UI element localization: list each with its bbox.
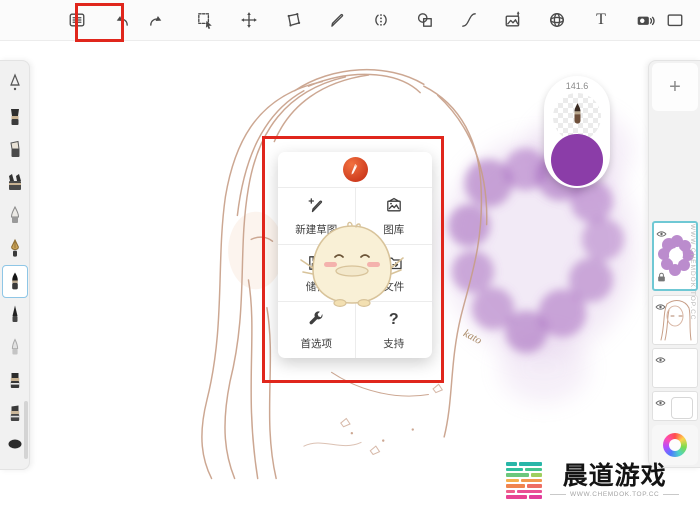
background-color-chip [671,397,693,419]
brush-item-dark-marker[interactable] [2,100,28,133]
redo-icon[interactable] [142,5,172,35]
brush-size-value: 141.6 [544,81,610,91]
color-wheel-icon[interactable] [663,433,687,457]
brush-item-flat-marker[interactable] [2,364,28,397]
layer-visibility-icon[interactable] [655,298,666,316]
layer-background[interactable] [652,391,698,421]
menu-item-gallery[interactable]: 图库 [356,188,433,244]
brush-item-airbrush[interactable] [2,67,28,100]
gallery-icon [384,196,404,216]
brushbar-scrollbar[interactable] [24,401,28,459]
menu-item-label: 文件 [383,279,404,294]
brush-library-sidebar [0,60,30,470]
watermark-title: 晨道游戏 [563,463,667,489]
menu-item-files[interactable]: 文件 [356,245,433,301]
menu-item-save[interactable]: 储存 [278,245,356,301]
files-icon [384,253,404,273]
menu-icon[interactable] [62,5,92,35]
menu-item-new-sketch[interactable]: 新建草图 [278,188,356,244]
brush-item-bullet-pen-selected[interactable] [2,265,28,298]
popup-header [278,152,432,188]
layer-empty[interactable] [652,348,698,388]
menu-item-label: 首选项 [301,336,333,351]
sketchbook-pencil-logo-icon [343,157,368,182]
brush-item-soft-pencil[interactable] [2,331,28,364]
preferences-wrench-icon [306,310,326,330]
layer-visibility-icon[interactable] [655,394,666,412]
new-sketch-icon [306,196,326,216]
brush-item-round-brush[interactable] [2,199,28,232]
brush-item-double-marker[interactable] [2,166,28,199]
rect-select-icon[interactable] [190,5,220,35]
menu-item-preferences[interactable]: 首选项 [278,302,356,358]
menu-item-label: 支持 [383,336,404,351]
brush-tip-icon [570,102,585,132]
support-question-icon: ? [389,310,399,330]
menu-item-support[interactable]: ? 支持 [356,302,433,358]
layer-lock-icon[interactable] [657,269,666,287]
shapes-icon[interactable] [410,5,440,35]
move-transform-icon[interactable] [234,5,264,35]
undo-icon[interactable] [106,5,136,35]
distort-icon[interactable] [278,5,308,35]
top-toolbar: T [0,0,700,41]
menu-item-label: 储存 [306,279,327,294]
camera-capture-icon[interactable] [630,5,660,35]
text-tool-glyph: T [596,12,606,28]
color-wheel-cell [652,425,698,465]
menu-popup: 新建草图 图库 储存 文件 首选项 ? 支持 [278,152,432,358]
side-watermark-text: WWW.CHEMDOK.TOP.CC [689,224,696,320]
menu-item-label: 新建草图 [295,222,337,237]
save-icon [306,253,326,273]
symmetry-icon[interactable] [366,5,396,35]
brush-item-ink-nib-pen[interactable] [2,232,28,265]
brush-item-chisel-marker[interactable] [2,133,28,166]
add-layer-button[interactable]: + [652,63,698,111]
brush-pencil-icon[interactable] [322,5,352,35]
watermark: 晨道游戏 WWW.CHEMDOK.TOP.CC [506,462,679,499]
brush-color-puck[interactable]: 141.6 [544,76,610,188]
menu-item-label: 图库 [383,222,404,237]
stroke-curve-icon[interactable] [454,5,484,35]
brush-item-pencil[interactable] [2,298,28,331]
layer-visibility-icon[interactable] [655,351,666,369]
layer-visibility-icon[interactable] [656,225,667,243]
crop-canvas-icon[interactable] [660,5,690,35]
add-layer-glyph: + [669,76,681,99]
text-tool-icon[interactable]: T [586,5,616,35]
popup-row-3: 首选项 ? 支持 [278,302,432,358]
popup-row-2: 储存 文件 [278,245,432,302]
popup-row-1: 新建草图 图库 [278,188,432,245]
watermark-url: WWW.CHEMDOK.TOP.CC [570,491,659,498]
import-image-icon[interactable] [498,5,528,35]
perspective-guides-icon[interactable] [542,5,572,35]
current-color-disc[interactable] [551,134,603,186]
watermark-logo-icon [506,462,542,499]
